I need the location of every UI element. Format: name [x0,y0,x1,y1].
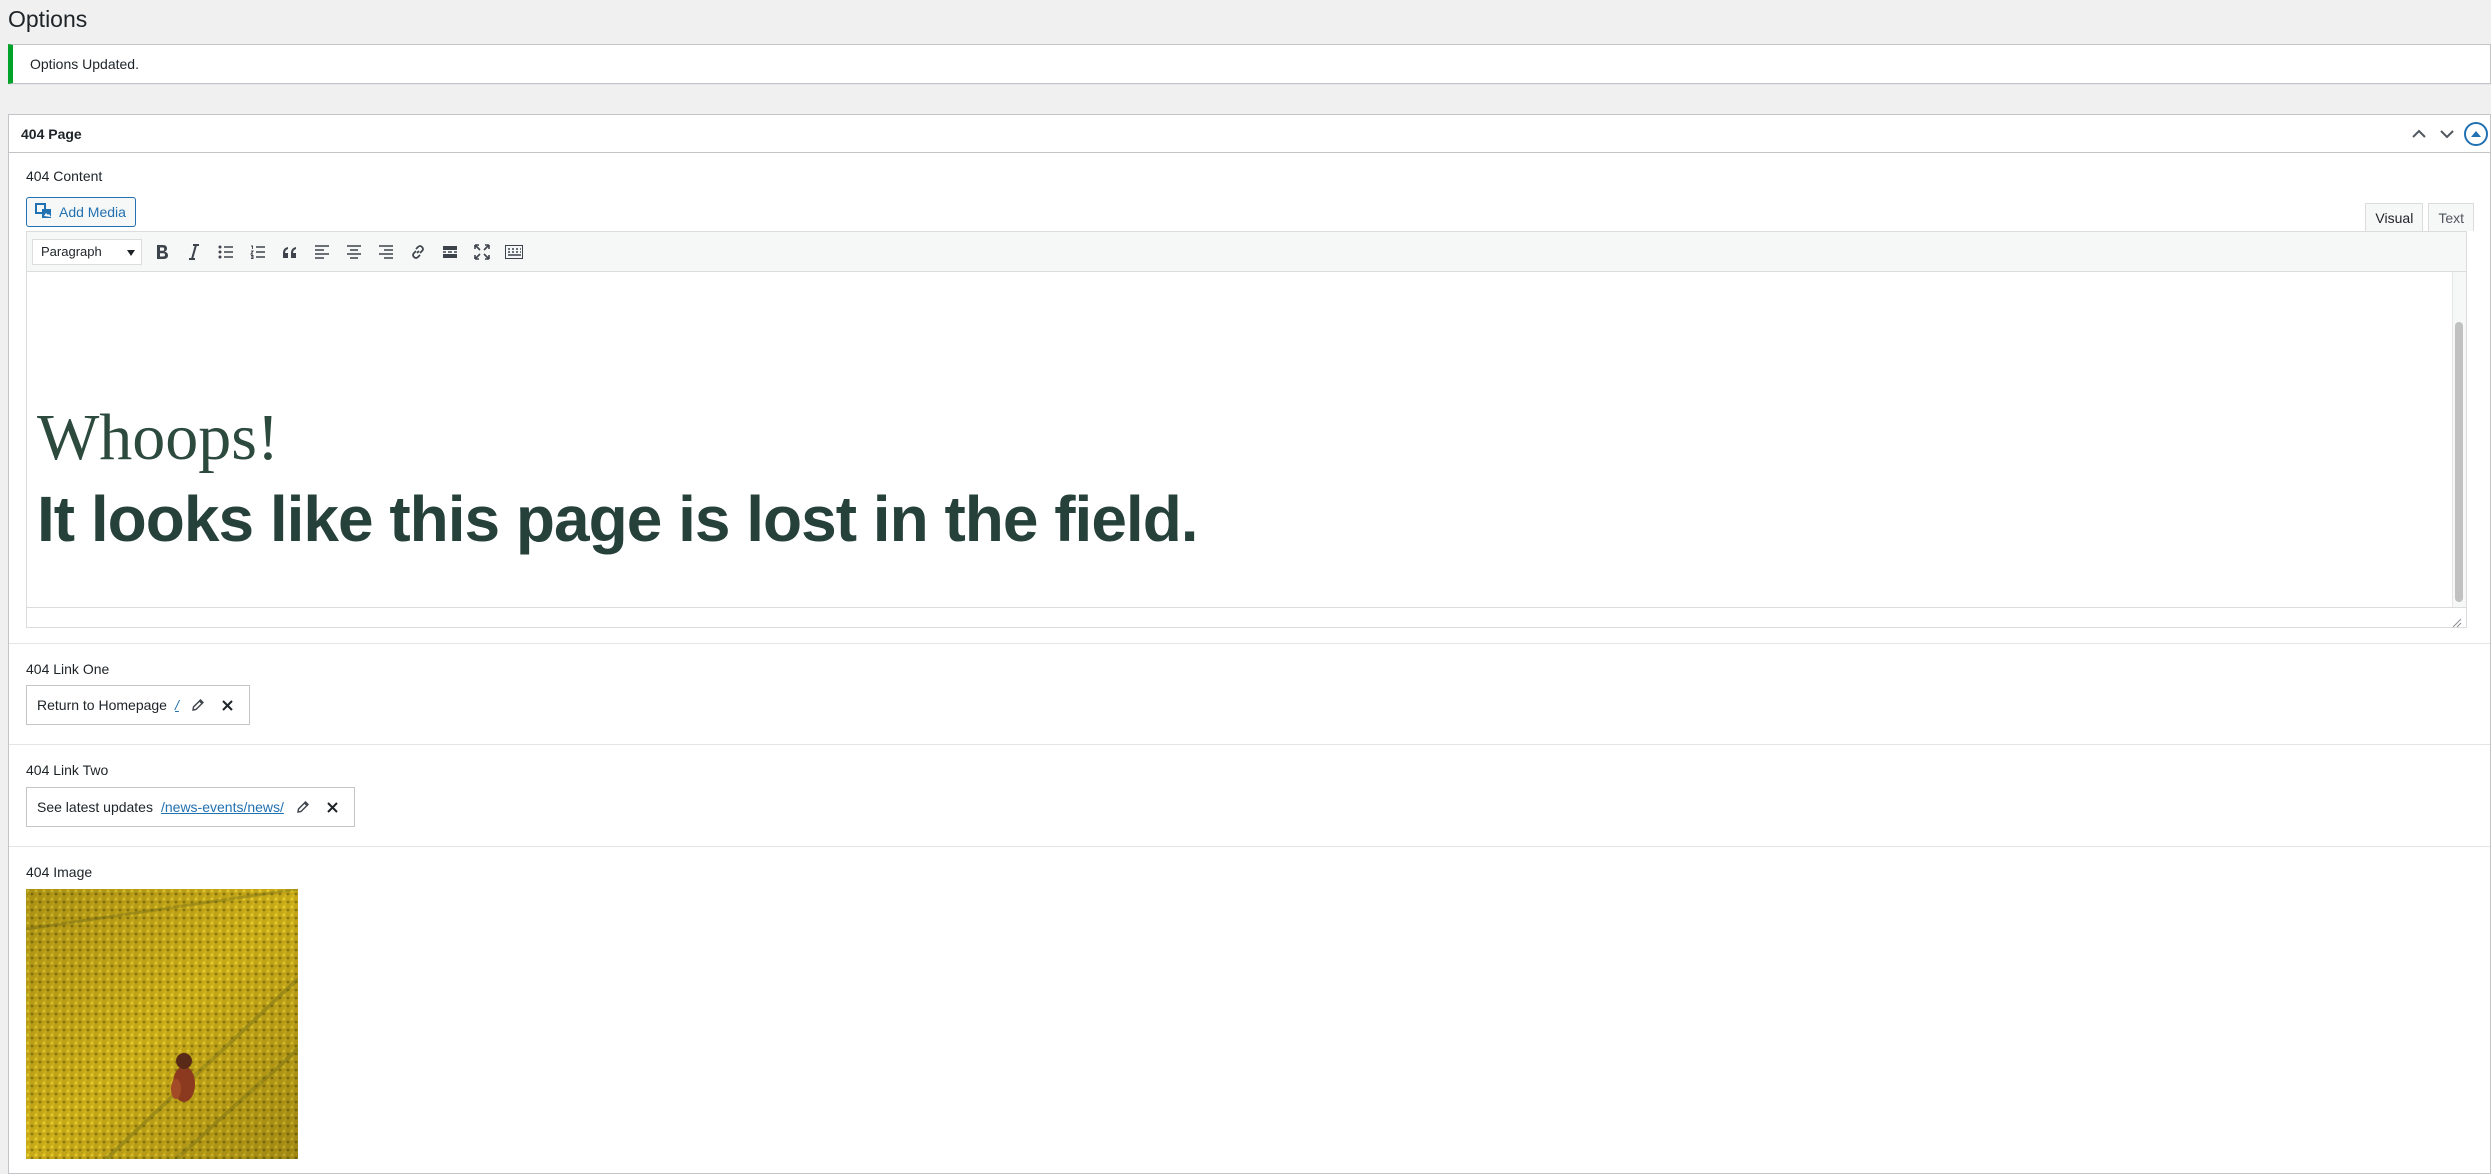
read-more-icon[interactable] [434,237,466,267]
align-left-icon[interactable] [306,237,338,267]
align-right-icon[interactable] [370,237,402,267]
link-two-title: See latest updates [37,799,153,815]
postbox-title: 404 Page [21,125,82,142]
content-field-label: 404 Content [26,168,103,184]
editor-content-area[interactable]: Whoops! It looks like this page is lost … [27,272,2466,607]
bold-icon[interactable] [146,237,178,267]
divider [9,744,2490,745]
editor-tabs: Visual Text [2365,203,2474,231]
toolbar-toggle-icon[interactable] [498,237,530,267]
divider [9,643,2490,644]
chevron-down-icon [127,244,135,259]
bulleted-list-icon[interactable] [210,237,242,267]
notice-text: Options Updated. [30,56,139,72]
editor-scrollbar-thumb[interactable] [2455,322,2463,602]
link-one-label: 404 Link One [26,661,110,677]
tab-visual[interactable]: Visual [2365,203,2424,231]
italic-icon[interactable] [178,237,210,267]
close-icon[interactable] [217,694,239,716]
fullscreen-icon[interactable] [466,237,498,267]
link-two-field: See latest updates /news-events/news/ [26,787,355,827]
tab-text[interactable]: Text [2428,203,2474,231]
divider [9,846,2490,847]
editor-scrollbar[interactable] [2452,272,2466,607]
move-down-icon[interactable] [2436,123,2458,145]
blockquote-icon[interactable] [274,237,306,267]
link-one-field: Return to Homepage / [26,685,250,725]
editor-statusbar [27,607,2466,628]
editor-toolbar: Paragraph [27,232,2466,272]
image-field-label: 404 Image [26,864,93,880]
link-one-url[interactable]: / [175,697,179,713]
link-two-url[interactable]: /news-events/news/ [161,799,284,815]
postbox-header: 404 Page [9,115,2490,153]
add-media-label: Add Media [59,204,126,220]
edit-pencil-icon[interactable] [187,694,209,716]
media-icon [35,202,53,222]
link-two-label: 404 Link Two [26,762,109,778]
link-icon[interactable] [402,237,434,267]
link-one-title: Return to Homepage [37,697,167,713]
content-subheading: It looks like this page is lost in the f… [37,483,1199,555]
move-up-icon[interactable] [2408,123,2430,145]
rich-text-editor: Paragraph Whoops! It looks like this pag… [26,231,2467,628]
close-icon[interactable] [322,796,344,818]
success-notice: Options Updated. [8,44,2491,84]
page-title: Options [8,6,88,32]
content-heading: Whoops! [37,401,279,474]
rapeseed-field-image [26,889,298,1159]
add-media-button[interactable]: Add Media [26,197,136,227]
handle-actions [2408,121,2488,146]
align-center-icon[interactable] [338,237,370,267]
format-select[interactable]: Paragraph [32,238,142,265]
resize-handle-icon[interactable] [2452,615,2462,628]
toggle-panel-icon[interactable] [2464,121,2488,146]
edit-pencil-icon[interactable] [292,796,314,818]
postbox-404-page: 404 Page 404 Content Add Media Visual Te… [8,114,2491,1174]
numbered-list-icon[interactable] [242,237,274,267]
field-image-thumbnail[interactable] [26,889,298,1159]
format-select-value: Paragraph [41,244,102,259]
